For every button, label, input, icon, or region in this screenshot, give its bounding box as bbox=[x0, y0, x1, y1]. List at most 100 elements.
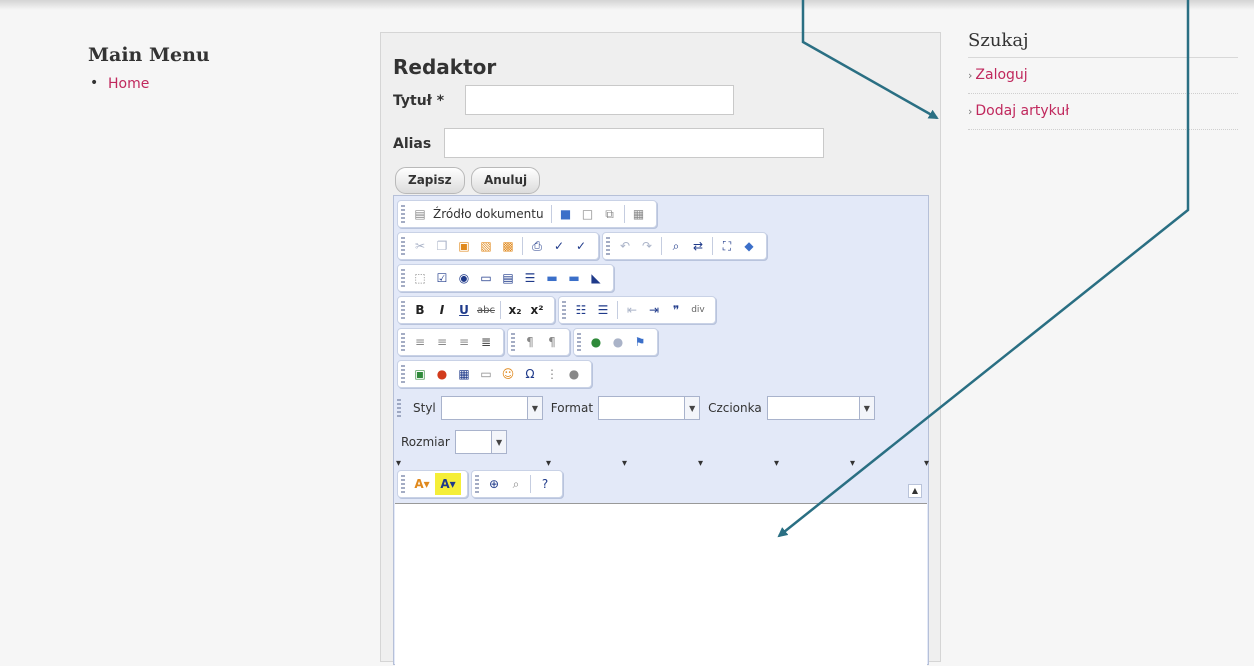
print-icon[interactable]: ⎙ bbox=[526, 235, 548, 257]
alias-input[interactable] bbox=[444, 128, 824, 158]
textfield-icon[interactable]: ▭ bbox=[475, 267, 497, 289]
bulleted-list-icon[interactable]: ☰ bbox=[592, 299, 614, 321]
link-icon[interactable]: ● bbox=[585, 331, 607, 353]
menu-item-home[interactable]: Home bbox=[88, 75, 210, 92]
cancel-button[interactable]: Anuluj bbox=[471, 167, 541, 194]
remove-format-icon[interactable]: ◆ bbox=[738, 235, 760, 257]
hidden-field-icon[interactable]: ◣ bbox=[585, 267, 607, 289]
radio-icon[interactable]: ◉ bbox=[453, 267, 475, 289]
show-blocks-icon[interactable]: ⌕ bbox=[505, 473, 527, 495]
login-link[interactable]: › Zaloguj bbox=[968, 58, 1238, 94]
style-select-value bbox=[442, 397, 527, 419]
unlink-icon[interactable]: ● bbox=[607, 331, 629, 353]
search-title: Szukaj bbox=[968, 30, 1238, 58]
checkbox-icon[interactable]: ☑ bbox=[431, 267, 453, 289]
rtl-icon[interactable]: ¶ bbox=[541, 331, 563, 353]
source-button[interactable]: Źródło dokumentu bbox=[431, 207, 548, 221]
redo-icon[interactable]: ↷ bbox=[636, 235, 658, 257]
align-left-icon[interactable]: ≡ bbox=[409, 331, 431, 353]
strike-icon[interactable]: abc bbox=[475, 299, 497, 321]
ltr-icon[interactable]: ¶ bbox=[519, 331, 541, 353]
toolbar-grip bbox=[475, 475, 479, 493]
select-all-icon[interactable]: ⛶ bbox=[716, 235, 738, 257]
toolbar-group-bidi: ¶ ¶ bbox=[507, 328, 570, 356]
special-char-icon[interactable]: Ω bbox=[519, 363, 541, 385]
collapse-toolbar-icon[interactable]: ▲ bbox=[908, 484, 922, 498]
toolbar-row-2: ✂ ❐ ▣ ▧ ▩ ⎙ ✓ ✓ ↶ ↷ ⌕ ⇄ ⛶ ◆ bbox=[397, 232, 770, 260]
smiley-icon[interactable]: ☺ bbox=[497, 363, 519, 385]
underline-icon[interactable]: U bbox=[453, 299, 475, 321]
bold-icon[interactable]: B bbox=[409, 299, 431, 321]
paste-icon[interactable]: ▣ bbox=[453, 235, 475, 257]
format-label: Format bbox=[550, 401, 594, 415]
textarea-icon[interactable]: ▤ bbox=[497, 267, 519, 289]
title-input[interactable] bbox=[465, 85, 734, 115]
replace-icon[interactable]: ⇄ bbox=[687, 235, 709, 257]
chevron-down-icon: ▼ bbox=[491, 431, 506, 453]
font-select[interactable]: ▼ bbox=[766, 396, 875, 420]
add-article-link[interactable]: › Dodaj artykuł bbox=[968, 94, 1238, 130]
copy-icon[interactable]: ❐ bbox=[431, 235, 453, 257]
horizontal-rule-icon[interactable]: ▭ bbox=[475, 363, 497, 385]
align-center-icon[interactable]: ≡ bbox=[431, 331, 453, 353]
toolbar-dot: ▾ bbox=[924, 458, 930, 469]
numbered-list-icon[interactable]: ☷ bbox=[570, 299, 592, 321]
bg-color-icon[interactable]: A▾ bbox=[435, 473, 461, 495]
toolbar-dot: ▾ bbox=[850, 458, 856, 469]
italic-icon[interactable]: I bbox=[431, 299, 453, 321]
preview-icon[interactable]: ⧉ bbox=[599, 203, 621, 225]
paste-word-icon[interactable]: ▩ bbox=[497, 235, 519, 257]
separator bbox=[712, 237, 713, 255]
superscript-icon[interactable]: x² bbox=[526, 299, 548, 321]
save-button[interactable]: Zapisz bbox=[395, 167, 465, 194]
indent-icon[interactable]: ⇥ bbox=[643, 299, 665, 321]
source-icon: ▤ bbox=[414, 207, 426, 221]
maximize-icon[interactable]: ⊕ bbox=[483, 473, 505, 495]
separator bbox=[522, 237, 523, 255]
format-select[interactable]: ▼ bbox=[598, 396, 701, 420]
cut-icon[interactable]: ✂ bbox=[409, 235, 431, 257]
align-right-icon[interactable]: ≡ bbox=[453, 331, 475, 353]
chevron-right-icon: › bbox=[968, 105, 973, 118]
select-field-icon[interactable]: ☰ bbox=[519, 267, 541, 289]
toolbar-grip bbox=[401, 205, 405, 223]
justify-icon[interactable]: ≣ bbox=[475, 331, 497, 353]
toolbar-grip bbox=[401, 269, 405, 287]
size-select[interactable]: ▼ bbox=[454, 430, 507, 454]
editor-content-area[interactable] bbox=[395, 503, 927, 666]
button-field-icon[interactable]: ▬ bbox=[541, 267, 563, 289]
new-page-icon[interactable]: □ bbox=[577, 203, 599, 225]
templates-icon[interactable]: ▦ bbox=[628, 203, 650, 225]
toolbar-row-5: ≡ ≡ ≡ ≣ ¶ ¶ ● ● ⚑ bbox=[397, 328, 661, 356]
outdent-icon[interactable]: ⇤ bbox=[621, 299, 643, 321]
toolbar-row-8: Rozmiar ▼ bbox=[397, 428, 507, 456]
paste-text-icon[interactable]: ▧ bbox=[475, 235, 497, 257]
toolbar-group-clipboard: ✂ ❐ ▣ ▧ ▩ ⎙ ✓ ✓ bbox=[397, 232, 599, 260]
toolbar-dot: ▾ bbox=[774, 458, 780, 469]
find-icon[interactable]: ⌕ bbox=[665, 235, 687, 257]
image-button-icon[interactable]: ▬ bbox=[563, 267, 585, 289]
image-icon[interactable]: ▣ bbox=[409, 363, 431, 385]
div-icon[interactable]: div bbox=[687, 299, 709, 321]
help-icon[interactable]: ? bbox=[534, 473, 556, 495]
toolbar-group-basic: B I U abc x₂ x² bbox=[397, 296, 555, 324]
scayt-icon[interactable]: ✓ bbox=[570, 235, 592, 257]
table-icon[interactable]: ▦ bbox=[453, 363, 475, 385]
anchor-flag-icon[interactable]: ⚑ bbox=[629, 331, 651, 353]
form-icon[interactable]: ⬚ bbox=[409, 267, 431, 289]
iframe-icon[interactable]: ● bbox=[563, 363, 585, 385]
toolbar-grip bbox=[401, 237, 405, 255]
toolbar-grip bbox=[606, 237, 610, 255]
font-select-value bbox=[768, 397, 859, 419]
text-color-icon[interactable]: A▾ bbox=[409, 473, 435, 495]
style-select[interactable]: ▼ bbox=[440, 396, 543, 420]
subscript-icon[interactable]: x₂ bbox=[504, 299, 526, 321]
toolbar-grip bbox=[401, 475, 405, 493]
flash-icon[interactable]: ● bbox=[431, 363, 453, 385]
undo-icon[interactable]: ↶ bbox=[614, 235, 636, 257]
chevron-down-icon: ▼ bbox=[858, 397, 874, 419]
blockquote-icon[interactable]: ❞ bbox=[665, 299, 687, 321]
save-doc-icon[interactable]: ■ bbox=[555, 203, 577, 225]
spellcheck-icon[interactable]: ✓ bbox=[548, 235, 570, 257]
page-break-icon[interactable]: ⋮ bbox=[541, 363, 563, 385]
